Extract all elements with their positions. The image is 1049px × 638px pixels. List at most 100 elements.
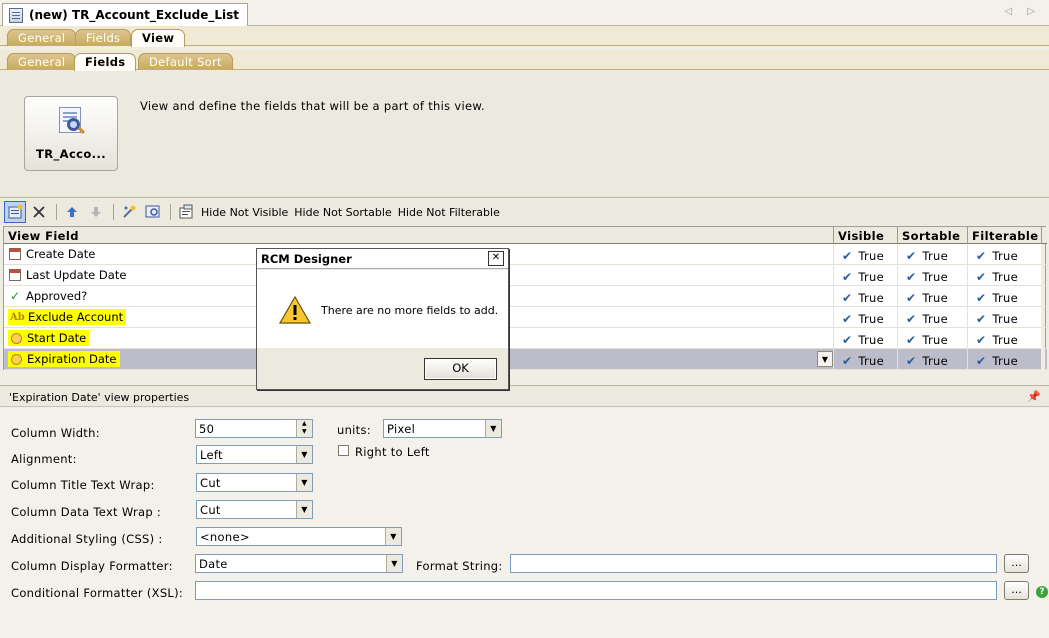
document-title: (new) TR_Account_Exclude_List bbox=[29, 8, 239, 22]
grid-row[interactable]: Last Update Date ✔ True ✔ True ✔ True bbox=[4, 265, 1047, 286]
help-icon[interactable]: ? bbox=[1036, 586, 1048, 598]
chevron-down-icon[interactable]: ▼ bbox=[296, 474, 312, 491]
column-width-input[interactable]: 50 ▲ ▼ bbox=[195, 419, 313, 438]
sortable-value[interactable]: True bbox=[922, 249, 948, 263]
data-wrap-select[interactable]: Cut ▼ bbox=[196, 500, 313, 519]
sortable-value[interactable]: True bbox=[922, 354, 948, 368]
preview-button[interactable] bbox=[142, 201, 164, 223]
field-dropdown-button[interactable]: ▼ bbox=[817, 351, 833, 367]
close-icon[interactable]: ✕ bbox=[488, 251, 504, 266]
chevron-down-icon[interactable]: ▼ bbox=[296, 501, 312, 518]
move-up-button[interactable] bbox=[61, 201, 83, 223]
add-field-button[interactable] bbox=[4, 201, 26, 223]
properties-button[interactable] bbox=[175, 201, 197, 223]
subtab-default-sort[interactable]: Default Sort bbox=[138, 53, 233, 70]
title-wrap-select[interactable]: Cut ▼ bbox=[196, 473, 313, 492]
visible-value[interactable]: True bbox=[858, 291, 884, 305]
properties-icon bbox=[179, 204, 193, 219]
sortable-value[interactable]: True bbox=[922, 270, 948, 284]
check-icon: ✔ bbox=[842, 269, 853, 284]
subtab-general[interactable]: General bbox=[7, 53, 77, 70]
conditional-formatter-input[interactable] bbox=[195, 581, 997, 600]
formatter-select[interactable]: Date ▼ bbox=[195, 554, 403, 573]
check-icon: ✔ bbox=[906, 311, 917, 326]
arrow-down-icon bbox=[91, 207, 101, 217]
view-object-label: TR_Acco... bbox=[36, 147, 106, 161]
check-icon: ✔ bbox=[976, 332, 987, 347]
data-wrap-value: Cut bbox=[200, 503, 221, 517]
filterable-value[interactable]: True bbox=[992, 249, 1018, 263]
tab-general[interactable]: General bbox=[7, 29, 77, 46]
filterable-value[interactable]: True bbox=[992, 312, 1018, 326]
move-down-button[interactable] bbox=[85, 201, 107, 223]
sortable-value[interactable]: True bbox=[922, 312, 948, 326]
grid-scrollbar[interactable] bbox=[1041, 244, 1045, 370]
right-to-left-label: Right to Left bbox=[355, 445, 430, 459]
view-object-button[interactable]: TR_Acco... bbox=[24, 96, 118, 171]
units-select[interactable]: Pixel ▼ bbox=[383, 419, 502, 438]
chevron-down-icon[interactable]: ▼ bbox=[296, 446, 312, 463]
field-properties-button[interactable] bbox=[118, 201, 140, 223]
css-value: <none> bbox=[200, 530, 250, 544]
calendar-icon bbox=[9, 269, 21, 281]
column-width-spinner[interactable]: ▲ ▼ bbox=[296, 420, 312, 437]
view-fields-grid: View Field Visible Sortable Filterable C… bbox=[3, 226, 1047, 370]
clock-icon bbox=[11, 332, 22, 344]
sortable-value[interactable]: True bbox=[922, 291, 948, 305]
field-name: Expiration Date bbox=[27, 352, 117, 366]
column-header-view-field[interactable]: View Field bbox=[4, 227, 834, 244]
subtab-fields[interactable]: Fields bbox=[74, 53, 137, 71]
column-header-visible[interactable]: Visible bbox=[834, 227, 898, 244]
grid-row[interactable]: Start Date ✔ True ✔ True ✔ True bbox=[4, 328, 1047, 349]
visible-value[interactable]: True bbox=[858, 270, 884, 284]
right-to-left-checkbox[interactable] bbox=[338, 445, 349, 456]
tab-view[interactable]: View bbox=[131, 29, 186, 47]
format-string-input[interactable] bbox=[510, 554, 997, 573]
filterable-value[interactable]: True bbox=[992, 333, 1018, 347]
filterable-value[interactable]: True bbox=[992, 270, 1018, 284]
dialog-message: There are no more fields to add. bbox=[321, 304, 499, 317]
visible-value[interactable]: True bbox=[858, 312, 884, 326]
title-wrap-label: Column Title Text Wrap: bbox=[11, 478, 155, 492]
hide-not-sortable-button[interactable]: Hide Not Sortable bbox=[292, 206, 395, 219]
pin-icon[interactable]: 📌 bbox=[1027, 390, 1041, 403]
column-header-sortable[interactable]: Sortable bbox=[898, 227, 968, 244]
chevron-down-icon[interactable]: ▼ bbox=[485, 420, 501, 437]
field-name: Create Date bbox=[26, 247, 96, 261]
formatter-value: Date bbox=[199, 557, 228, 571]
alignment-select[interactable]: Left ▼ bbox=[196, 445, 313, 464]
ok-button[interactable]: OK bbox=[424, 358, 497, 380]
sortable-value[interactable]: True bbox=[922, 333, 948, 347]
visible-value[interactable]: True bbox=[858, 333, 884, 347]
grid-row-selected[interactable]: Expiration Date ▼ ✔ True ✔ True ✔ True bbox=[4, 349, 1047, 370]
chevron-down-icon[interactable]: ▼ bbox=[385, 528, 401, 545]
column-header-filterable[interactable]: Filterable bbox=[968, 227, 1042, 244]
filterable-value[interactable]: True bbox=[992, 354, 1018, 368]
message-dialog: RCM Designer ✕ There are no more fields … bbox=[256, 248, 509, 390]
visible-value[interactable]: True bbox=[858, 249, 884, 263]
tab-fields[interactable]: Fields bbox=[75, 29, 132, 46]
document-tab[interactable]: (new) TR_Account_Exclude_List bbox=[2, 3, 248, 26]
grid-row[interactable]: Create Date ✔ True ✔ True ✔ True bbox=[4, 244, 1047, 265]
hide-not-filterable-button[interactable]: Hide Not Filterable bbox=[396, 206, 504, 219]
tab-scroll-arrows[interactable]: ◁ ▷ bbox=[1004, 6, 1041, 17]
column-width-value: 50 bbox=[199, 422, 215, 436]
remove-field-button[interactable] bbox=[28, 201, 50, 223]
conditional-formatter-browse-button[interactable]: ... bbox=[1004, 581, 1029, 600]
filterable-value[interactable]: True bbox=[992, 291, 1018, 305]
check-icon: ✔ bbox=[842, 248, 853, 263]
grid-row[interactable]: ✓ Approved? ✔ True ✔ True ✔ True bbox=[4, 286, 1047, 307]
format-string-browse-button[interactable]: ... bbox=[1004, 554, 1029, 573]
visible-value[interactable]: True bbox=[858, 354, 884, 368]
css-select[interactable]: <none> ▼ bbox=[196, 527, 402, 546]
hide-not-visible-button[interactable]: Hide Not Visible bbox=[199, 206, 292, 219]
properties-title: 'Expiration Date' view properties bbox=[9, 391, 190, 404]
check-icon: ✔ bbox=[976, 290, 987, 305]
boolean-check-icon: ✓ bbox=[9, 289, 21, 303]
properties-header: 'Expiration Date' view properties 📌 bbox=[0, 385, 1049, 407]
grid-row[interactable]: Ab Exclude Account ✔ True ✔ True ✔ True bbox=[4, 307, 1047, 328]
field-name: Start Date bbox=[27, 331, 87, 345]
toolbar-separator bbox=[113, 204, 114, 220]
chevron-down-icon[interactable]: ▼ bbox=[386, 555, 402, 572]
warning-icon bbox=[279, 296, 311, 324]
